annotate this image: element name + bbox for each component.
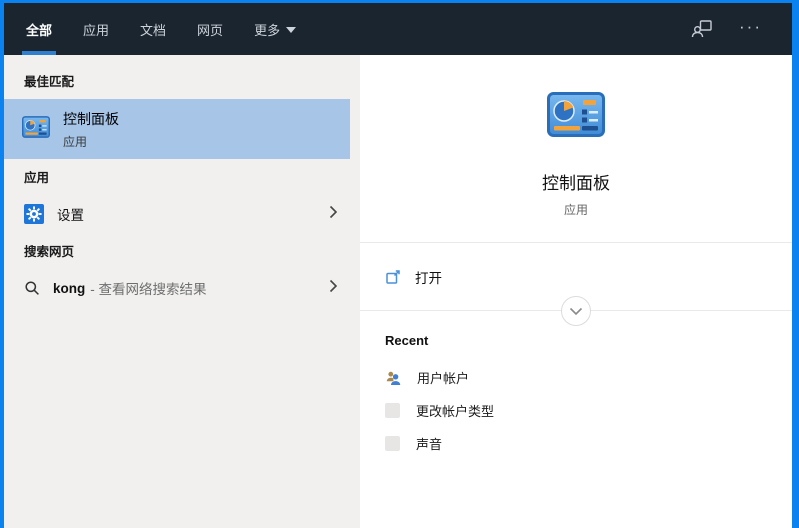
divider [360,310,792,311]
blank-icon [385,403,400,418]
tab-web[interactable]: 网页 [195,3,225,55]
expand-button[interactable] [561,296,591,326]
apps-section-header: 应用 [4,159,360,195]
tab-more[interactable]: 更多 [252,3,298,55]
web-section-header: 搜索网页 [4,233,360,269]
tab-apps-label: 应用 [83,20,109,39]
chevron-right-icon [328,279,338,298]
tabs-group: 全部 应用 文档 网页 更多 [4,3,298,55]
chevron-down-icon [569,307,583,316]
open-external-icon [385,269,401,285]
search-content: 最佳匹配 [4,55,792,528]
tab-apps[interactable]: 应用 [81,3,111,55]
results-panel: 最佳匹配 [4,55,360,528]
tab-documents-label: 文档 [140,20,166,39]
topbar-icons: ··· [691,3,792,55]
best-match-title: 控制面板 [63,109,119,129]
search-icon [24,280,40,296]
dropdown-arrow-icon [286,27,296,33]
search-flyout-window: 全部 应用 文档 网页 更多 [0,0,799,528]
settings-gear-icon [24,204,44,224]
control-panel-icon [22,116,50,143]
user-accounts-icon [385,370,401,386]
tab-web-label: 网页 [197,20,223,39]
recent-item-user-accounts[interactable]: 用户帐户 [385,361,792,394]
recent-item-sound[interactable]: 声音 [385,427,792,460]
recent-section: Recent 用户帐户 更改帐户类型 [360,311,792,460]
result-settings[interactable]: 设置 [4,195,360,233]
control-panel-icon-large [547,124,605,141]
tab-more-label: 更多 [254,20,280,39]
tab-all-label: 全部 [26,20,52,39]
preview-panel: 控制面板 应用 打开 [360,55,792,528]
best-match-subtitle: 应用 [63,133,119,150]
recent-item-label: 更改帐户类型 [416,401,494,420]
result-control-panel[interactable]: 控制面板 应用 [4,99,350,159]
search-tabs-bar: 全部 应用 文档 网页 更多 [4,3,792,55]
open-action-label: 打开 [415,267,442,287]
more-options-icon[interactable]: ··· [739,18,762,41]
tab-documents[interactable]: 文档 [138,3,168,55]
blank-icon [385,436,400,451]
best-match-header: 最佳匹配 [4,63,360,99]
user-preview-icon[interactable] [691,19,713,39]
recent-item-label: 用户帐户 [417,368,469,387]
web-search-description: - 查看网络搜索结果 [90,278,206,298]
recent-item-change-account-type[interactable]: 更改帐户类型 [385,394,792,427]
recent-header: Recent [385,333,792,348]
web-search-query: kong [53,281,85,296]
settings-label: 设置 [57,204,84,224]
tab-all[interactable]: 全部 [24,3,54,55]
preview-subtitle: 应用 [360,201,792,218]
result-web-search[interactable]: kong - 查看网络搜索结果 [4,269,360,307]
chevron-right-icon [328,205,338,224]
recent-item-label: 声音 [416,434,442,453]
preview-title: 控制面板 [360,169,792,194]
